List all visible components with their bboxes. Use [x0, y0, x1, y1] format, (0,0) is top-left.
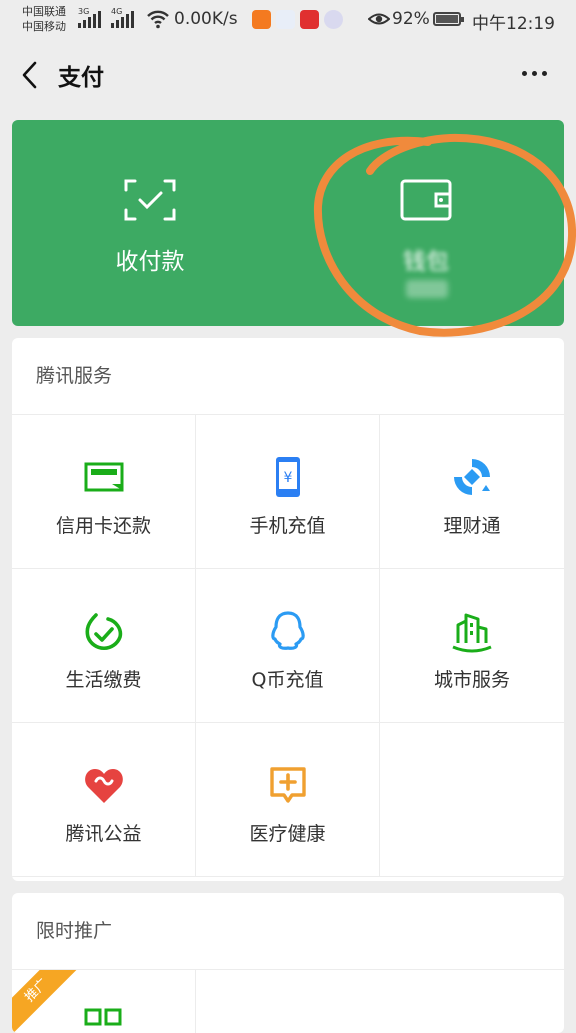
status-bar: 中国联通 中国移动 3G 4G 0.00K/s 92% 中午12:19 [0, 0, 576, 40]
wallet-icon [400, 179, 452, 221]
clock: 中午12:19 [472, 14, 555, 34]
wallet-button[interactable]: 钱包 [288, 120, 564, 326]
carrier-2: 中国移动 [22, 20, 66, 33]
service-phone-topup[interactable]: ¥ 手机充值 [196, 415, 380, 569]
charity-icon [84, 769, 123, 803]
battery-percent: 92% [392, 9, 430, 29]
service-label: 医疗健康 [249, 823, 326, 845]
wealth-icon [454, 459, 490, 495]
eye-comfort-icon [368, 13, 390, 25]
signal-1-icon: 3G [78, 7, 101, 28]
app-notification-icon [324, 10, 343, 29]
qq-coin-icon [270, 611, 305, 650]
service-label: 信用卡还款 [55, 515, 151, 537]
tencent-services-panel: 腾讯服务 信用卡还款 ¥ 手机充值 理财通 生活缴费 Q币充值 城市服务 腾讯公… [12, 338, 564, 881]
nav-bar: 支付 [0, 40, 576, 110]
carrier-names: 中国联通 中国移动 [22, 4, 66, 34]
battery-icon [433, 12, 464, 26]
network-type-1: 3G [78, 7, 90, 16]
back-arrow-icon[interactable] [18, 60, 42, 90]
uc-browser-icon [252, 10, 271, 29]
carrier-1: 中国联通 [22, 5, 66, 18]
service-label: 手机充值 [249, 515, 326, 537]
service-label: 城市服务 [433, 669, 510, 691]
receive-pay-button[interactable]: 收付款 [12, 120, 288, 326]
network-speed: 0.00K/s [174, 9, 238, 29]
service-label: 腾讯公益 [65, 823, 142, 845]
service-label: 理财通 [443, 515, 501, 537]
promotion-grid-icon [84, 1008, 122, 1026]
city-service-icon [452, 613, 492, 653]
service-wealth[interactable]: 理财通 [380, 415, 564, 569]
signal-2-icon: 4G [111, 7, 134, 28]
service-charity[interactable]: 腾讯公益 [12, 723, 196, 877]
wallet-label: 钱包 [403, 249, 449, 275]
wifi-icon [147, 10, 169, 29]
wallet-balance-redacted [406, 280, 448, 298]
credit-card-icon [84, 462, 123, 492]
service-city[interactable]: 城市服务 [380, 569, 564, 723]
service-credit-card-repay[interactable]: 信用卡还款 [12, 415, 196, 569]
service-utilities[interactable]: 生活缴费 [12, 569, 196, 723]
medical-icon [269, 767, 306, 803]
phone-topup-icon: ¥ [275, 457, 300, 497]
svg-text:¥: ¥ [283, 470, 292, 486]
news-app-icon [300, 10, 319, 29]
promotion-header: 限时推广 [12, 893, 564, 970]
service-label: Q币充值 [251, 669, 324, 691]
tencent-services-header: 腾讯服务 [12, 338, 564, 415]
utilities-icon [84, 613, 122, 650]
promotion-panel: 限时推广 推广 [12, 893, 564, 1033]
empty-cell [380, 723, 564, 877]
service-medical[interactable]: 医疗健康 [196, 723, 380, 877]
scan-pay-icon [124, 179, 176, 221]
service-qq-coin[interactable]: Q币充值 [196, 569, 380, 723]
service-label: 生活缴费 [65, 669, 142, 691]
more-options-icon[interactable] [514, 58, 554, 88]
receive-pay-label: 收付款 [115, 249, 185, 275]
network-type-2: 4G [111, 7, 123, 16]
app-notification-icon [276, 10, 295, 29]
pay-wallet-card: 收付款 钱包 [12, 120, 564, 326]
page-title: 支付 [58, 65, 104, 91]
